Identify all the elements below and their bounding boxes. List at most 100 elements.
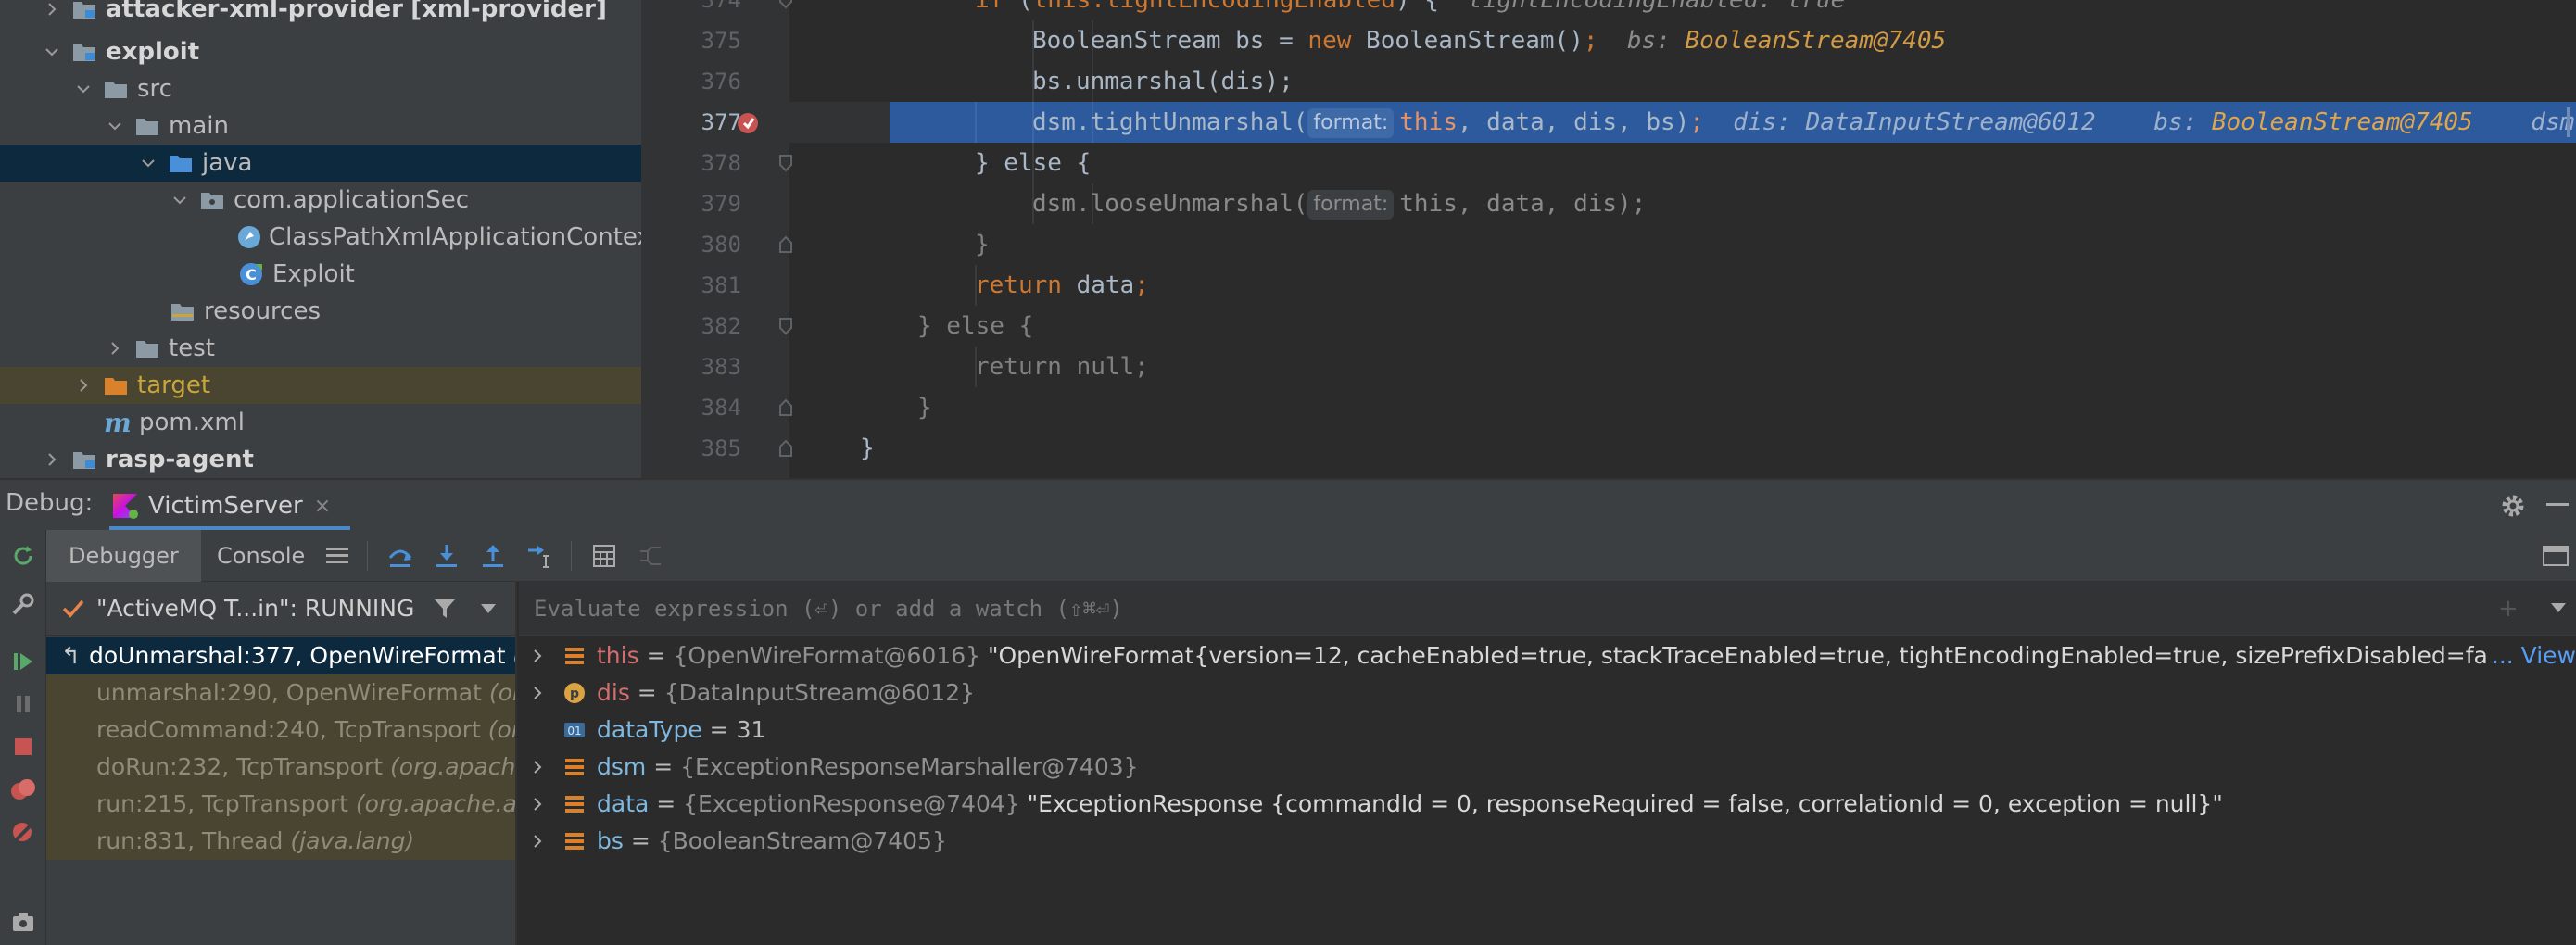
expand-icon[interactable] <box>530 797 545 812</box>
tree-item-exploit[interactable]: exploit <box>0 33 641 70</box>
tab-console[interactable]: Console <box>195 530 327 582</box>
add-watch-icon[interactable]: + <box>2498 595 2519 623</box>
tree-item-exploit-class[interactable]: C Exploit <box>0 256 641 293</box>
fold-icon[interactable] <box>778 398 793 417</box>
resume-icon[interactable] <box>6 645 40 678</box>
stack-frame[interactable]: readCommand:240, TcpTransport (or <box>46 712 515 749</box>
code-editor[interactable]: 374 if (this.tightEncodingEnabled) { tig… <box>641 0 2576 478</box>
stack-frame[interactable]: ↰ doUnmarshal:377, OpenWireFormat ( <box>46 637 515 674</box>
dropdown-arrow-icon[interactable] <box>479 602 498 615</box>
tree-item-attacker-xml-provider[interactable]: attacker-xml-provider [xml-provider] <box>0 0 641 28</box>
thread-selector[interactable]: "ActiveMQ T...in": RUNNING <box>46 582 515 636</box>
tree-item-suffix: [xml-provider] <box>410 0 607 23</box>
step-over-icon[interactable] <box>384 539 417 573</box>
code-line[interactable]: 381 return data; <box>641 265 2576 306</box>
tree-item-classpath-xml-app-context[interactable]: ClassPathXmlApplicationContext <box>0 219 641 256</box>
stack-frame[interactable]: doRun:232, TcpTransport (org.apach <box>46 749 515 786</box>
minimize-icon[interactable] <box>2546 503 2569 506</box>
stack-frame[interactable]: unmarshal:290, OpenWireFormat (org <box>46 674 515 712</box>
execution-point-line[interactable]: 377 dsm.tightUnmarshal(format: this, data… <box>641 102 2576 143</box>
fold-icon[interactable] <box>778 154 793 172</box>
tree-item-main[interactable]: main <box>0 107 641 145</box>
run-to-cursor-icon[interactable] <box>523 539 556 573</box>
tab-debugger[interactable]: Debugger <box>46 530 201 582</box>
code-token: ; <box>1583 27 1598 55</box>
variable-name: dataType <box>597 716 702 743</box>
chevron-right-icon[interactable] <box>43 441 61 478</box>
code-line[interactable]: 382 } else { <box>641 306 2576 346</box>
frame-package: (or <box>487 716 515 743</box>
pause-icon[interactable] <box>6 687 40 721</box>
tree-item-src[interactable]: src <box>0 70 641 107</box>
variable-row-dis[interactable]: p dis = {DataInputStream@6012} <box>519 674 2576 712</box>
debug-session-tab[interactable]: VictimServer × <box>111 480 331 532</box>
chevron-right-icon[interactable] <box>74 367 93 404</box>
camera-icon[interactable] <box>6 904 40 938</box>
expand-icon[interactable] <box>530 649 545 663</box>
code-line[interactable]: 378 } else { <box>641 143 2576 183</box>
code-line[interactable]: 379 dsm.looseUnmarshal(format: this, data… <box>641 183 2576 224</box>
expand-icon[interactable] <box>530 834 545 849</box>
chevron-down-icon[interactable] <box>74 70 93 107</box>
fold-icon[interactable] <box>778 439 793 458</box>
fold-icon[interactable] <box>778 235 793 254</box>
view-breakpoints-icon[interactable] <box>6 773 40 806</box>
fold-icon[interactable] <box>778 317 793 335</box>
tree-item-target[interactable]: target <box>0 367 641 404</box>
chevron-down-icon[interactable] <box>106 107 124 145</box>
chevron-down-icon[interactable] <box>139 145 158 182</box>
expand-icon[interactable] <box>530 760 545 775</box>
menu-icon[interactable] <box>321 539 354 573</box>
variable-row-datatype[interactable]: 01 dataType = 31 <box>519 712 2576 749</box>
code-token: } <box>860 435 875 462</box>
variable-row-dsm[interactable]: dsm = {ExceptionResponseMarshaller@7403} <box>519 749 2576 786</box>
step-into-icon[interactable] <box>430 539 463 573</box>
chevron-right-icon[interactable] <box>106 330 124 367</box>
tree-item-pom[interactable]: m pom.xml <box>0 404 641 441</box>
chevron-down-icon[interactable] <box>170 182 189 219</box>
tree-item-resources[interactable]: resources <box>0 293 641 330</box>
close-icon[interactable]: × <box>314 495 331 518</box>
chevron-down-icon[interactable] <box>43 33 61 70</box>
tree-item-test[interactable]: test <box>0 330 641 367</box>
step-out-icon[interactable] <box>476 539 510 573</box>
tree-item-package[interactable]: com.applicationSec <box>0 182 641 219</box>
layout-icon[interactable] <box>2539 539 2572 573</box>
code-line[interactable]: 384 } <box>641 387 2576 428</box>
filter-icon[interactable] <box>433 597 457 621</box>
chevron-right-icon[interactable] <box>43 0 61 28</box>
debug-session-tab-label: VictimServer <box>148 492 303 520</box>
view-link[interactable]: ... View <box>2485 637 2576 674</box>
stop-icon[interactable] <box>6 730 40 763</box>
tree-item-label: exploit <box>106 38 200 66</box>
variable-row-bs[interactable]: bs = {BooleanStream@7405} <box>519 823 2576 860</box>
stack-frame[interactable]: run:215, TcpTransport (org.apache.ac <box>46 786 515 823</box>
code-line[interactable]: 383 return null; <box>641 346 2576 387</box>
code-line[interactable]: 385 } <box>641 428 2576 469</box>
evaluate-placeholder: Evaluate expression (⏎) or add a watch (… <box>534 596 1123 622</box>
evaluate-expression-field[interactable]: Evaluate expression (⏎) or add a watch (… <box>519 582 2576 636</box>
variable-name: dis <box>597 679 630 706</box>
variable-name: bs <box>597 827 624 854</box>
code-token: } else { <box>917 312 1034 340</box>
expand-icon[interactable] <box>530 686 545 700</box>
code-line[interactable]: 375 BooleanStream bs = new BooleanStream… <box>641 20 2576 61</box>
gear-icon[interactable] <box>2498 491 2528 521</box>
tree-item-rasp-agent[interactable]: rasp-agent <box>0 441 641 478</box>
variable-row-data[interactable]: data = {ExceptionResponse@7404} "Excepti… <box>519 786 2576 823</box>
stack-frame[interactable]: run:831, Thread (java.lang) <box>46 823 515 860</box>
code-line[interactable]: 380 } <box>641 224 2576 265</box>
mute-breakpoints-icon[interactable] <box>6 815 40 849</box>
history-dropdown-icon[interactable] <box>2550 602 2567 613</box>
tree-item-java[interactable]: java <box>0 145 641 182</box>
tree-item-label: src <box>137 75 172 103</box>
evaluate-expression-icon[interactable] <box>587 539 621 573</box>
wrench-icon[interactable] <box>6 587 40 621</box>
java-class-icon: C <box>237 256 265 293</box>
fold-icon[interactable] <box>778 0 793 9</box>
code-line[interactable]: 374 if (this.tightEncodingEnabled) { tig… <box>641 0 2576 20</box>
variable-row-this[interactable]: this = {OpenWireFormat@6016} "OpenWireFo… <box>519 637 2576 674</box>
rerun-icon[interactable] <box>6 539 40 573</box>
code-line[interactable]: 376 bs.unmarshal(dis); <box>641 61 2576 102</box>
breakpoint-icon[interactable] <box>736 109 764 135</box>
